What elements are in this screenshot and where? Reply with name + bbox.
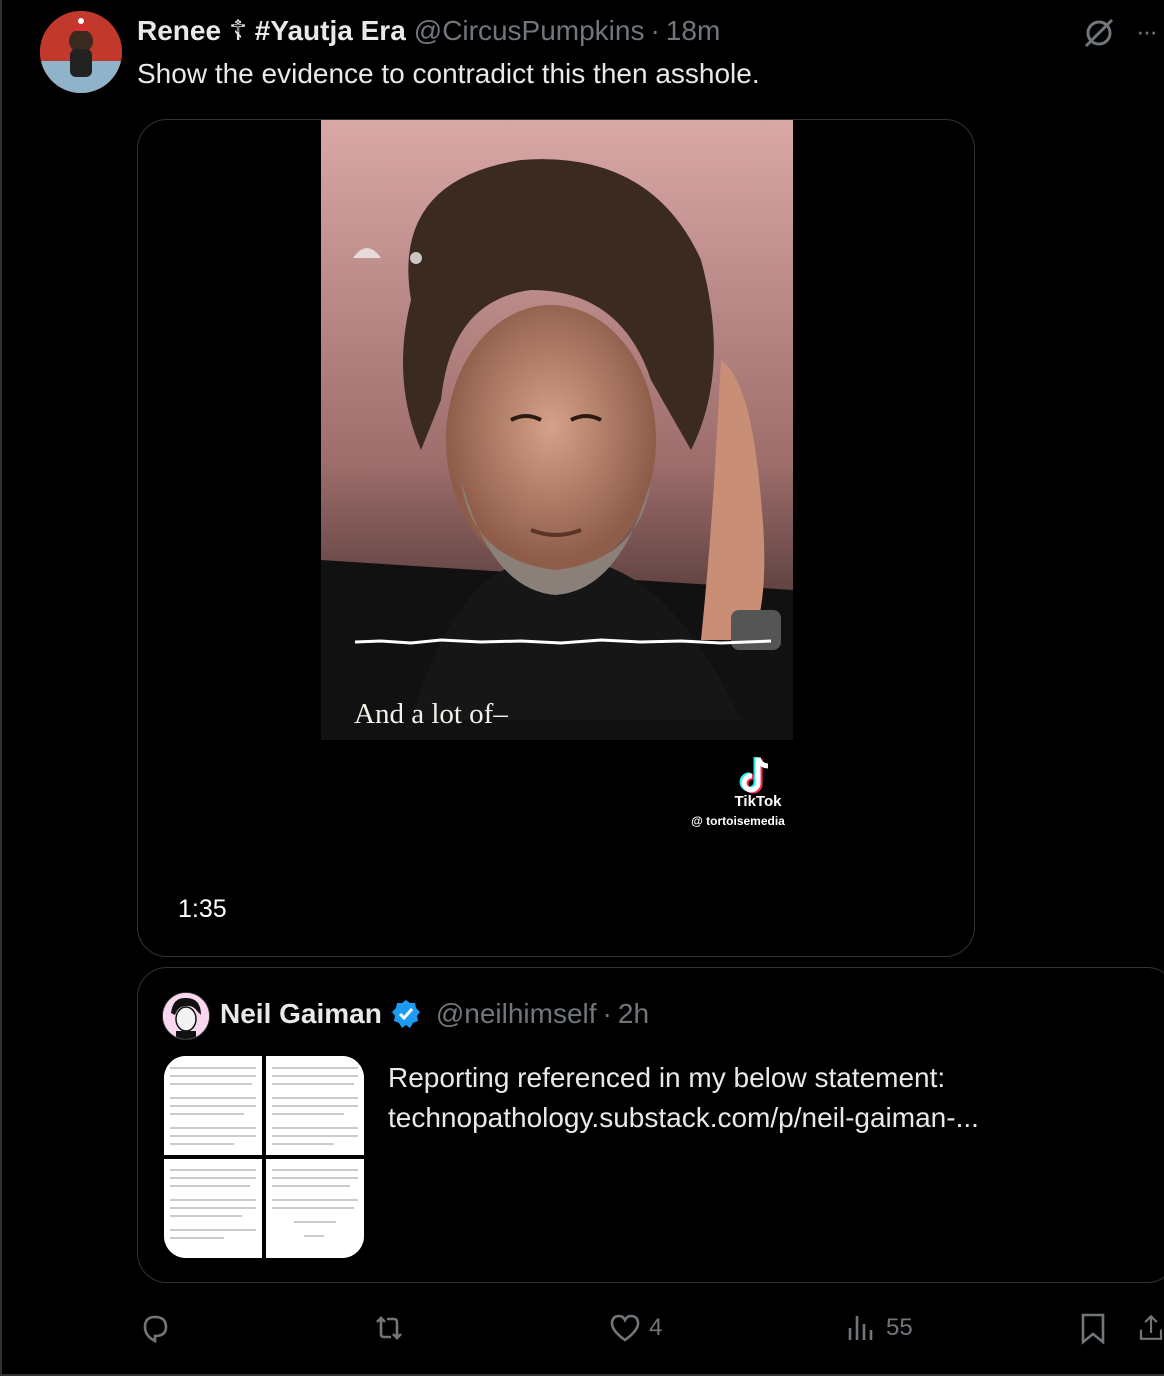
quoted-text-line-1: Reporting referenced in my below stateme… bbox=[388, 1062, 946, 1093]
like-button[interactable]: 4 bbox=[607, 1310, 662, 1346]
separator: · bbox=[602, 998, 612, 1029]
quoted-author-handle[interactable]: @neilhimself bbox=[436, 998, 597, 1030]
share-icon bbox=[1139, 1314, 1163, 1340]
quoted-timestamp[interactable]: 2h bbox=[618, 998, 649, 1030]
bookmark-button[interactable] bbox=[1075, 1310, 1111, 1346]
verified-icon bbox=[390, 998, 422, 1030]
quoted-author-name[interactable]: Neil Gaiman bbox=[220, 998, 382, 1030]
tweet-header: Renee ☦ #Yautja Era @CircusPumpkins · 18… bbox=[137, 14, 720, 50]
reply-button[interactable] bbox=[137, 1310, 179, 1346]
quoted-link[interactable]: technopathology.substack.com/p/neil-gaim… bbox=[388, 1098, 979, 1138]
quoted-image-grid[interactable] bbox=[164, 1056, 364, 1258]
tiktok-source: @ tortoisemedia bbox=[691, 814, 785, 828]
share-button[interactable] bbox=[1136, 1310, 1164, 1346]
video-player[interactable]: And a lot of– TikTok @ tortoisemedia 1:3… bbox=[137, 119, 975, 957]
tweet-text: Show the evidence to contradict this the… bbox=[137, 58, 760, 89]
tweet-timestamp[interactable]: 18m bbox=[666, 15, 720, 47]
video-duration: 1:35 bbox=[178, 895, 227, 923]
more-icon[interactable]: ··· bbox=[1136, 18, 1164, 44]
quoted-author-avatar[interactable] bbox=[162, 992, 210, 1040]
like-icon bbox=[610, 1314, 640, 1342]
bookmark-icon bbox=[1081, 1313, 1105, 1345]
author-avatar[interactable] bbox=[40, 11, 122, 93]
views-count: 55 bbox=[886, 1314, 913, 1341]
tweet[interactable]: Renee ☦ #Yautja Era @CircusPumpkins · 18… bbox=[0, 0, 1164, 1376]
grok-icon[interactable] bbox=[1082, 16, 1116, 50]
retweet-button[interactable] bbox=[371, 1310, 413, 1346]
tiktok-wordmark: TikTok bbox=[734, 793, 782, 810]
quoted-header: Neil Gaiman @neilhimself · 2h bbox=[220, 998, 649, 1030]
separator: · bbox=[650, 15, 660, 46]
video-thumbnail[interactable] bbox=[321, 120, 793, 740]
video-caption: And a lot of– bbox=[354, 698, 508, 730]
quoted-tweet[interactable]: Neil Gaiman @neilhimself · 2h Reporting … bbox=[137, 967, 1164, 1283]
author-name[interactable]: Renee ☦ #Yautja Era bbox=[137, 14, 406, 47]
views-icon bbox=[848, 1316, 873, 1340]
like-count: 4 bbox=[649, 1314, 663, 1341]
retweet-icon bbox=[376, 1316, 402, 1340]
action-bar: 4 55 bbox=[2, 1310, 1164, 1350]
quoted-text: Reporting referenced in my below stateme… bbox=[388, 1058, 979, 1138]
views-button[interactable]: 55 bbox=[844, 1310, 913, 1346]
reply-icon bbox=[143, 1315, 168, 1344]
author-handle[interactable]: @CircusPumpkins bbox=[414, 15, 645, 47]
